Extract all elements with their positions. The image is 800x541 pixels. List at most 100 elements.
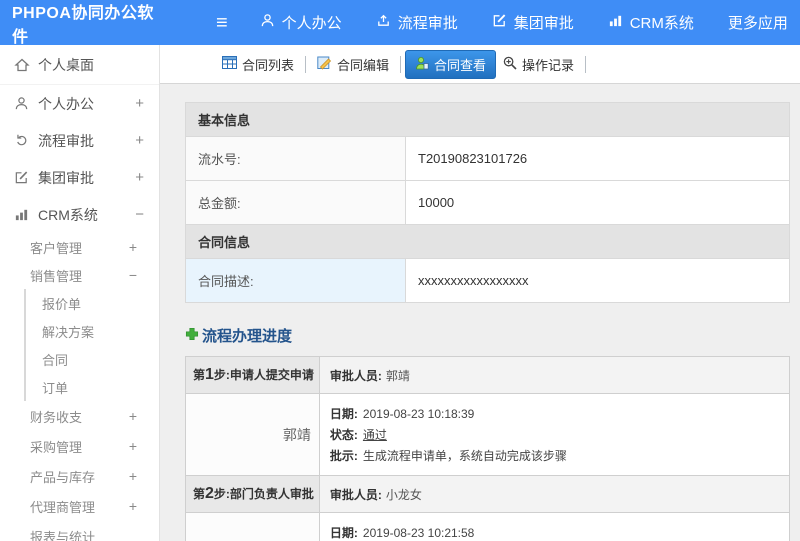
sales-submenu: 报价单 解决方案 合同 订单 xyxy=(24,289,159,401)
expand-toggle[interactable]: + xyxy=(129,438,137,454)
topnav-group-approval[interactable]: 集团审批 xyxy=(492,12,574,33)
field-value-serial-number: T20190823101726 xyxy=(405,136,790,181)
expand-toggle[interactable]: + xyxy=(129,468,137,484)
approver-name: 郭靖 xyxy=(385,368,410,383)
step-header-row: 第2步:部门负责人审批 审批人员: 小龙女 xyxy=(185,475,791,513)
hamburger-menu-icon[interactable]: ≡ xyxy=(216,13,228,33)
sidebar-item-workflow-approval[interactable]: 流程审批 + xyxy=(0,122,159,159)
section-title: 基本信息 xyxy=(185,102,790,137)
bar-chart-icon xyxy=(14,207,38,222)
workflow-icon xyxy=(376,13,391,32)
collapse-toggle[interactable]: − xyxy=(129,267,137,283)
edit-square-icon xyxy=(492,13,507,32)
sidebar-item-products-inventory[interactable]: 产品与库存 + xyxy=(0,461,159,491)
person-view-icon xyxy=(415,56,429,73)
sidebar: 个人桌面 个人办公 + 流程审批 + 集团审批 + CRM系统 − 客户管理 +… xyxy=(0,45,160,541)
tab-divider xyxy=(400,55,402,73)
sidebar-item-quotation[interactable]: 报价单 xyxy=(26,289,159,317)
tab-contract-view[interactable]: 合同查看 xyxy=(405,49,497,79)
contract-info-table: 基本信息 流水号: T20190823101726 总金额: 10000 合同信… xyxy=(185,102,790,303)
magnifier-plus-icon xyxy=(503,56,517,73)
table-icon xyxy=(222,56,237,72)
expand-toggle[interactable]: + xyxy=(129,239,137,255)
step-number: 1 xyxy=(205,366,214,383)
sidebar-item-contract[interactable]: 合同 xyxy=(26,345,159,373)
field-value-contract-description: xxxxxxxxxxxxxxxxx xyxy=(405,258,790,303)
step-header-row: 第1步:申请人提交申请 审批人员: 郭靖 xyxy=(185,356,791,394)
step-label: 第1步:申请人提交申请 xyxy=(185,356,320,394)
topnav-personal-office[interactable]: 个人办公 xyxy=(260,12,342,33)
approver-cell: 审批人员: 郭靖 xyxy=(318,356,791,394)
sidebar-item-sales-mgmt[interactable]: 销售管理 − xyxy=(0,261,159,289)
field-label-contract-description: 合同描述: xyxy=(185,258,406,303)
tab-divider xyxy=(305,55,307,73)
status-line: 状态: 通过 xyxy=(329,428,387,442)
sidebar-item-purchasing[interactable]: 采购管理 + xyxy=(0,431,159,461)
expand-toggle[interactable]: + xyxy=(135,132,144,149)
process-progress-heading: 流程办理进度 xyxy=(185,325,790,346)
table-row: 总金额: 10000 xyxy=(185,180,790,225)
page-section-title: 流程办理进度 xyxy=(202,328,293,345)
date-line: 日期: 2019-08-23 10:21:58 xyxy=(329,526,475,540)
field-value-total-amount: 10000 xyxy=(405,180,790,225)
expand-toggle[interactable]: + xyxy=(129,408,137,424)
process-steps-table: 第1步:申请人提交申请 审批人员: 郭靖 郭靖 日期: 2019-08-23 10:… xyxy=(185,356,791,541)
remark-value: 生成流程申请单，系统自动完成该步骤 xyxy=(362,449,567,463)
bar-chart-icon xyxy=(608,13,623,32)
handler-name: 小龙女 xyxy=(185,512,320,541)
crm-lower-submenu: 财务收支 + 采购管理 + 产品与库存 + 代理商管理 + 报表与统计 xyxy=(0,401,159,541)
user-icon xyxy=(260,13,275,32)
topnav-more-apps[interactable]: 更多应用 xyxy=(728,12,788,33)
tab-operation-log[interactable]: 操作记录 xyxy=(496,51,581,78)
user-icon xyxy=(14,96,38,111)
edit-square-icon xyxy=(14,170,38,185)
topnav-crm[interactable]: CRM系统 xyxy=(608,12,694,33)
sidebar-item-customer-mgmt[interactable]: 客户管理 + xyxy=(0,233,159,261)
section-header-contract-info: 合同信息 xyxy=(185,224,790,259)
table-row: 流水号: T20190823101726 xyxy=(185,136,790,181)
table-row: 合同描述: xxxxxxxxxxxxxxxxx xyxy=(185,258,790,303)
home-icon xyxy=(14,57,38,73)
sidebar-item-solution[interactable]: 解决方案 xyxy=(26,317,159,345)
content-area: 基本信息 流水号: T20190823101726 总金额: 10000 合同信… xyxy=(160,84,800,541)
step-detail-cell: 日期: 2019-08-23 10:18:39 状态: 通过 批示: 生成流程申请单，… xyxy=(318,393,791,476)
app-title: PHPOA协同办公软件 xyxy=(12,4,154,46)
field-label-total-amount: 总金额: xyxy=(185,180,406,225)
expand-toggle[interactable]: + xyxy=(135,95,144,112)
collapse-toggle[interactable]: − xyxy=(135,206,144,223)
top-bar: PHPOA协同办公软件 ≡ 个人办公 流程审批 集团审批 CRM系统 更多应用 … xyxy=(0,0,800,46)
sidebar-item-crm[interactable]: CRM系统 − xyxy=(0,196,159,233)
step-detail-row: 小龙女 日期:2019-08-23 10:21:58 状态:通过 批示:通过 xyxy=(185,512,791,541)
green-plus-icon xyxy=(185,327,199,345)
tab-bar: 合同列表 合同编辑 合同查看 操作记录 xyxy=(160,45,800,84)
sidebar-item-order[interactable]: 订单 xyxy=(26,373,159,401)
section-title: 合同信息 xyxy=(185,224,790,259)
handler-name: 郭靖 xyxy=(185,393,320,476)
step-number: 2 xyxy=(205,485,214,502)
status-value-link[interactable]: 通过 xyxy=(363,428,387,442)
sidebar-item-finance[interactable]: 财务收支 + xyxy=(0,401,159,431)
section-header-basic-info: 基本信息 xyxy=(185,102,790,137)
workflow-icon xyxy=(14,133,38,148)
expand-toggle[interactable]: + xyxy=(129,498,137,514)
step-detail-row: 郭靖 日期: 2019-08-23 10:18:39 状态: 通过 批示: 生成流程申… xyxy=(185,393,791,476)
date-line: 日期: 2019-08-23 10:18:39 xyxy=(329,407,475,421)
sidebar-item-desktop[interactable]: 个人桌面 xyxy=(0,45,159,85)
approver-cell: 审批人员: 小龙女 xyxy=(318,475,791,513)
tab-contract-list[interactable]: 合同列表 xyxy=(215,51,301,78)
approver-name: 小龙女 xyxy=(385,487,422,502)
remark-line: 批示: 生成流程申请单，系统自动完成该步骤 xyxy=(329,449,567,463)
sidebar-item-personal-office[interactable]: 个人办公 + xyxy=(0,85,159,122)
main-area: 合同列表 合同编辑 合同查看 操作记录 基本信息 流水号: T201908231… xyxy=(160,45,800,541)
tab-divider xyxy=(585,55,587,73)
field-label-serial-number: 流水号: xyxy=(185,136,406,181)
topnav-workflow-approval[interactable]: 流程审批 xyxy=(376,12,458,33)
sidebar-item-reports[interactable]: 报表与统计 xyxy=(0,521,159,541)
step-detail-cell: 日期:2019-08-23 10:21:58 状态:通过 批示:通过 xyxy=(318,512,791,541)
top-nav: 个人办公 流程审批 集团审批 CRM系统 更多应用 ▼ xyxy=(260,12,800,33)
step-label: 第2步:部门负责人审批 xyxy=(185,475,320,513)
tab-contract-edit[interactable]: 合同编辑 xyxy=(310,51,396,78)
sidebar-item-agents[interactable]: 代理商管理 + xyxy=(0,491,159,521)
sidebar-item-group-approval[interactable]: 集团审批 + xyxy=(0,159,159,196)
expand-toggle[interactable]: + xyxy=(135,169,144,186)
